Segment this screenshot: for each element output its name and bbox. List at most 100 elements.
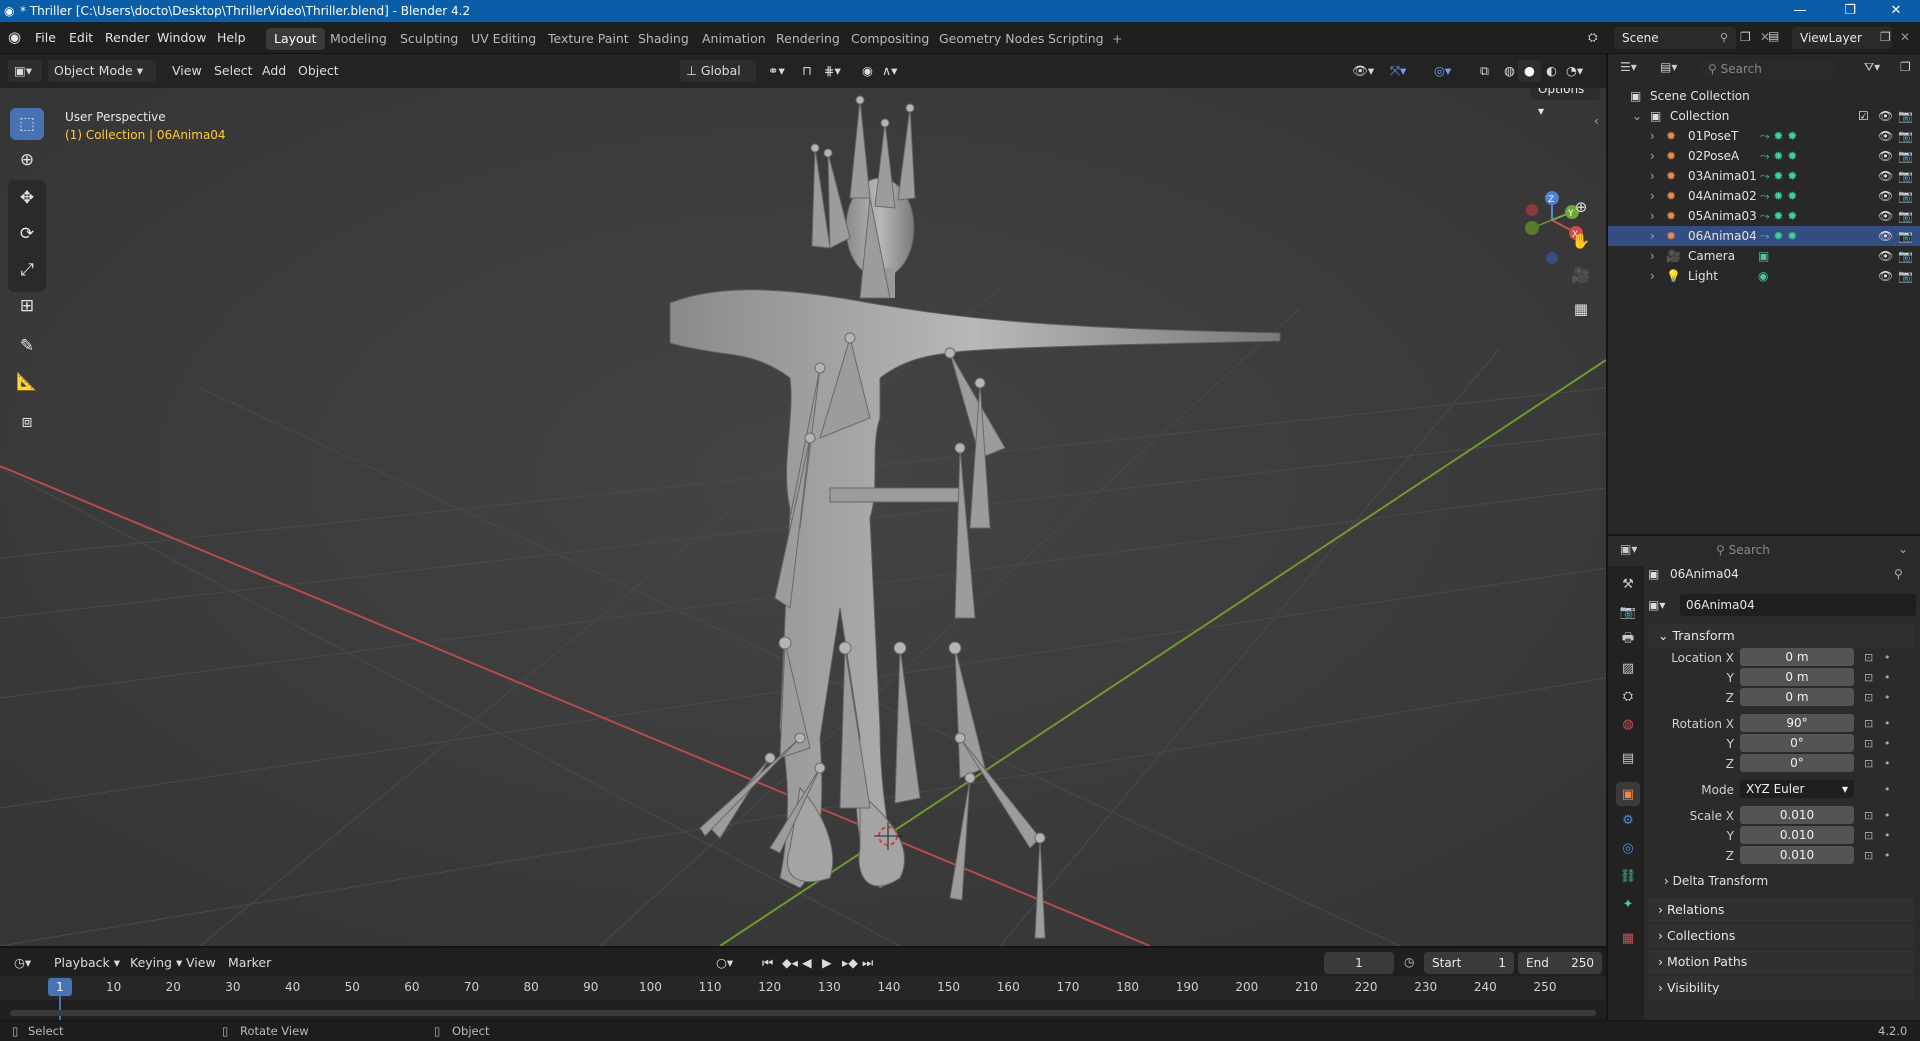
location-x-field[interactable]: 0 m — [1740, 648, 1854, 666]
transform-tool-icon[interactable]: ⊞ — [10, 290, 44, 322]
scene-selector[interactable]: Scene — [1614, 27, 1736, 49]
current-frame-field[interactable]: 1 — [1324, 952, 1394, 974]
tab-scripting[interactable]: Scripting — [1040, 28, 1112, 50]
display-mode-icon[interactable]: ▤▾ — [1660, 60, 1677, 74]
expand-arrow-icon[interactable]: › — [1650, 206, 1655, 226]
transform-panel-header[interactable]: ⌄ Transform — [1648, 624, 1914, 648]
snap-icon[interactable]: ⊓ — [796, 60, 818, 82]
outliner-scene-collection[interactable]: ▣ Scene Collection — [1608, 86, 1920, 106]
outliner-collection[interactable]: ⌄ ▣ Collection ☑ 👁 📷 — [1608, 106, 1920, 126]
tab-sculpting[interactable]: Sculpting — [392, 28, 466, 50]
transform-orientation-dropdown[interactable]: ⊥ Global ▾ — [680, 60, 756, 100]
timeline-editor-icon[interactable]: ◷▾ — [8, 952, 37, 974]
pose-icon[interactable]: ⤳ ✹ ✹ — [1760, 186, 1797, 206]
sidebar-toggle-icon[interactable]: ‹ — [1594, 114, 1599, 128]
scale-y-field[interactable]: 0.010 — [1740, 826, 1854, 844]
lock-icon[interactable]: ⊡ — [1864, 846, 1873, 866]
tab-rendering[interactable]: Rendering — [768, 28, 848, 50]
expand-arrow-icon[interactable]: › — [1650, 226, 1655, 246]
tab-compositing[interactable]: Compositing — [843, 28, 937, 50]
perspective-toggle-icon[interactable]: ▦ — [1566, 294, 1596, 324]
keyframe-dot-icon[interactable]: • — [1884, 734, 1891, 754]
tool-tab-icon[interactable]: ⚒ — [1616, 572, 1640, 596]
scale-z-field[interactable]: 0.010 — [1740, 846, 1854, 864]
render-camera-icon[interactable]: 📷 — [1898, 146, 1913, 166]
lock-icon[interactable]: ⊡ — [1864, 648, 1873, 668]
visibility-eye-icon[interactable]: 👁 — [1878, 246, 1893, 266]
rotation-z-field[interactable]: 0° — [1740, 754, 1854, 772]
collapse-arrow-icon[interactable]: ⌄ — [1632, 106, 1642, 126]
measure-tool-icon[interactable]: 📐 — [10, 366, 44, 398]
properties-options-icon[interactable]: ⌄ — [1898, 542, 1908, 556]
tab-uv-editing[interactable]: UV Editing — [463, 28, 544, 50]
tab-layout[interactable]: Layout — [266, 28, 325, 50]
overlays-toggle-icon[interactable]: ◎▾ — [1428, 60, 1457, 82]
menu-help[interactable]: Help — [210, 28, 253, 48]
motion-paths-panel-header[interactable]: › Motion Paths — [1648, 950, 1914, 974]
tab-shading[interactable]: Shading — [630, 28, 697, 50]
select-box-tool-icon[interactable]: ⬚ — [10, 108, 44, 140]
marker-menu[interactable]: Marker — [222, 952, 277, 974]
outliner-item[interactable]: › ✹ 05Anima03 ⤳ ✹ ✹ 👁 📷 — [1608, 206, 1920, 226]
timeline-scrollbar[interactable] — [10, 1010, 1596, 1016]
scale-tool-icon[interactable]: ⤢ — [10, 254, 44, 286]
restore-icon[interactable]: ❐ — [1830, 0, 1870, 22]
object-tab-icon[interactable]: ▣ — [1616, 782, 1640, 806]
render-camera-icon[interactable]: 📷 — [1898, 166, 1913, 186]
menu-object[interactable]: Object — [292, 60, 345, 82]
render-camera-icon[interactable]: 📷 — [1898, 206, 1913, 226]
pose-icon[interactable]: ⤳ ✹ ✹ — [1760, 146, 1797, 166]
rotate-tool-icon[interactable]: ⟳ — [10, 218, 44, 250]
keying-menu[interactable]: Keying ▾ — [124, 952, 188, 974]
menu-select[interactable]: Select — [208, 60, 259, 82]
properties-search-input[interactable]: ⚲ Search — [1708, 540, 1828, 560]
playback-menu[interactable]: Playback ▾ — [48, 952, 126, 974]
remove-view-layer-icon[interactable]: ✕ — [1900, 30, 1910, 44]
object-mode-dropdown[interactable]: Object Mode ▾ — [48, 60, 156, 82]
expand-arrow-icon[interactable]: › — [1650, 266, 1655, 286]
close-icon[interactable]: ✕ — [1876, 0, 1916, 22]
location-y-field[interactable]: 0 m — [1740, 668, 1854, 686]
visibility-eye-icon[interactable]: 👁 — [1878, 206, 1893, 226]
3d-viewport[interactable]: Z X Y User Perspective (1) Collection | … — [0, 88, 1606, 946]
start-frame-field[interactable]: Start 1 — [1424, 952, 1514, 974]
render-camera-icon[interactable]: 📷 — [1898, 246, 1913, 266]
menu-add[interactable]: Add — [256, 60, 292, 82]
new-scene-icon[interactable]: ❐ — [1740, 30, 1751, 44]
output-tab-icon[interactable]: 🖶 — [1616, 628, 1640, 652]
auto-keying-icon[interactable]: ○▾ — [710, 952, 739, 974]
scale-x-field[interactable]: 0.010 — [1740, 806, 1854, 824]
outliner-search-input[interactable]: ⚲ Search — [1700, 59, 1836, 79]
expand-arrow-icon[interactable]: › — [1650, 246, 1655, 266]
cursor-tool-icon[interactable]: ⊕ — [10, 144, 44, 176]
camera-view-icon[interactable]: 🎥 — [1566, 260, 1596, 290]
annotate-tool-icon[interactable]: ✎ — [10, 330, 44, 362]
lock-icon[interactable]: ⊡ — [1864, 826, 1873, 846]
pose-icon[interactable]: ⤳ ✹ ✹ — [1760, 206, 1797, 226]
expand-arrow-icon[interactable]: › — [1650, 126, 1655, 146]
outliner-item[interactable]: › 💡 Light ◉ 👁 📷 — [1608, 266, 1920, 286]
data-tab-icon[interactable]: ✦ — [1616, 892, 1640, 916]
options-dropdown[interactable]: Options ▾ — [1530, 88, 1600, 118]
pin-icon[interactable]: ⚲ — [1720, 31, 1728, 44]
add-cube-tool-icon[interactable]: ⧈ — [10, 406, 44, 438]
scene-tab-icon[interactable]: ⛭ — [1616, 684, 1640, 708]
add-workspace-icon[interactable]: + — [1104, 28, 1130, 50]
location-z-field[interactable]: 0 m — [1740, 688, 1854, 706]
lock-icon[interactable]: ⊡ — [1864, 754, 1873, 774]
outliner-item[interactable]: › 🎥 Camera ▣ 👁 📷 — [1608, 246, 1920, 266]
light-data-icon[interactable]: ◉ — [1758, 266, 1768, 286]
render-camera-icon[interactable]: 📷 — [1898, 126, 1913, 146]
delta-transform-subpanel[interactable]: › Delta Transform — [1664, 874, 1768, 888]
snap-target-icon[interactable]: ⋕▾ — [818, 60, 847, 82]
keyframe-dot-icon[interactable]: • — [1884, 846, 1891, 866]
lock-icon[interactable]: ⊡ — [1864, 688, 1873, 708]
visibility-eye-icon[interactable]: 👁 — [1878, 266, 1893, 286]
render-camera-icon[interactable]: 📷 — [1898, 186, 1913, 206]
outliner-editor-icon[interactable]: ☰▾ — [1620, 60, 1637, 74]
pivot-point-icon[interactable]: ⚭▾ — [762, 60, 791, 82]
render-camera-icon[interactable]: 📷 — [1898, 106, 1913, 126]
pose-icon[interactable]: ⤳ ✹ ✹ — [1760, 226, 1797, 246]
rotation-y-field[interactable]: 0° — [1740, 734, 1854, 752]
object-name-field[interactable]: 06Anima04 — [1680, 594, 1916, 616]
